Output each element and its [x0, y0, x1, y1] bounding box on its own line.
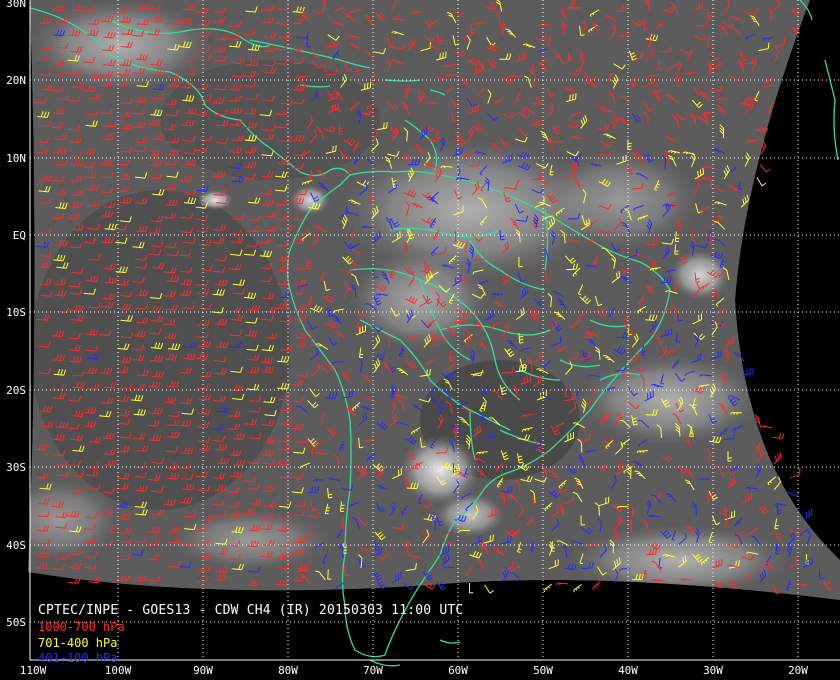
lon-label-110w: 110W: [20, 664, 47, 677]
lon-label-100w: 100W: [105, 664, 132, 677]
lat-label-30n: 30N: [6, 0, 26, 10]
legend-mid-level: 701-400 hPa: [38, 636, 118, 650]
lat-label-10s: 10S: [6, 306, 26, 319]
legend-low-level: 1000-700 hPa: [38, 620, 125, 634]
legend-high-level: 401-100 hPa: [38, 651, 118, 665]
map-caption: CPTEC/INPE - GOES13 - CDW CH4 (IR) 20150…: [38, 603, 464, 618]
lat-label-20n: 20N: [6, 74, 26, 87]
lon-label-80w: 80W: [278, 664, 298, 677]
lat-label-50s: 50S: [6, 616, 26, 629]
lon-label-40w: 40W: [618, 664, 638, 677]
lon-label-90w: 90W: [193, 664, 213, 677]
lon-label-20w: 20W: [788, 664, 808, 677]
lon-label-70w: 70W: [363, 664, 383, 677]
lon-label-60w: 60W: [448, 664, 468, 677]
lon-label-30w: 30W: [703, 664, 723, 677]
lat-label-eq: EQ: [13, 229, 26, 242]
lat-label-20s: 20S: [6, 384, 26, 397]
lat-label-10n: 10N: [6, 152, 26, 165]
lat-label-40s: 40S: [6, 539, 26, 552]
lon-label-50w: 50W: [533, 664, 553, 677]
lat-label-30s: 30S: [6, 461, 26, 474]
satellite-wind-map: 30N 20N 10N EQ 10S 20S 30S 40S 50S 110W …: [0, 0, 840, 680]
